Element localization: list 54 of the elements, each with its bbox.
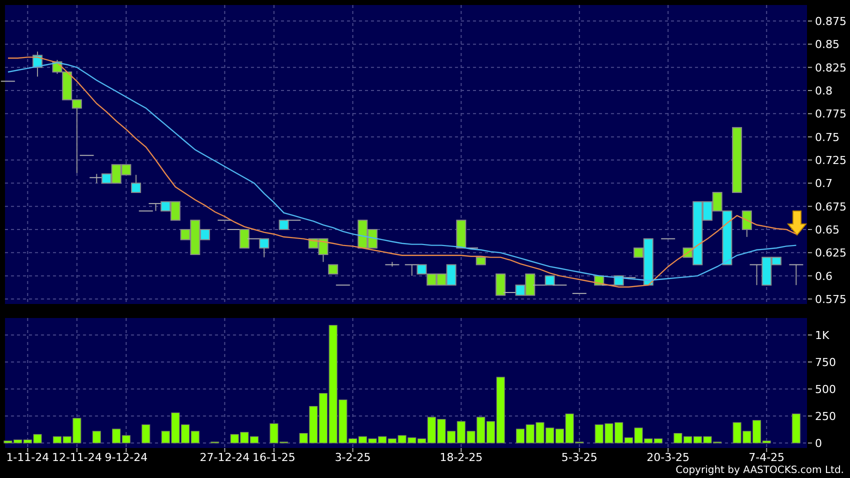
candlestick <box>660 238 676 240</box>
candlestick <box>32 51 43 78</box>
candlestick <box>384 261 400 268</box>
axis-label: 0.8 <box>815 84 832 98</box>
axis-label: 0.775 <box>815 108 846 121</box>
candlestick <box>0 80 16 82</box>
candlestick <box>788 264 804 286</box>
axis-label: 18-2-25 <box>440 451 483 463</box>
candlestick <box>476 256 486 266</box>
axis-label: 750 <box>815 356 836 369</box>
axis-label: 0 <box>815 437 822 450</box>
axis-label: 0.875 <box>815 15 846 28</box>
arrow-down-icon <box>786 210 808 236</box>
axis-label: 0.575 <box>815 293 846 306</box>
volume-bar <box>604 423 614 444</box>
volume-bar <box>230 434 239 444</box>
axis-label: 20-3-25 <box>646 451 690 463</box>
axis-label: 3-2-25 <box>334 451 371 463</box>
axis-label: 16-1-25 <box>252 451 296 463</box>
candlestick <box>732 127 742 193</box>
candlestick <box>426 273 437 286</box>
candlestick <box>328 264 338 274</box>
candlestick <box>335 284 350 286</box>
candlestick <box>572 292 587 294</box>
volume-bar <box>546 428 554 444</box>
axis-label: 1-11-24 <box>6 451 50 463</box>
axis-label: 250 <box>815 410 836 424</box>
candlestick <box>217 220 232 221</box>
volume-bar <box>516 428 525 444</box>
volume-bar <box>792 414 800 444</box>
copyright-text: Copyright by AASTOCKS.com Ltd. <box>676 464 844 478</box>
axis-label: 0.825 <box>815 61 846 74</box>
volume-bar <box>92 430 101 444</box>
axis-label: 0.625 <box>815 246 846 260</box>
axis-label: 0.675 <box>815 200 846 214</box>
axis-label: 5-3-25 <box>561 451 598 463</box>
candlestick <box>742 210 752 238</box>
axis-label: 7-4-25 <box>748 451 785 463</box>
volume-bar <box>594 424 604 444</box>
volume-bar <box>674 433 682 444</box>
volume-bar <box>526 424 534 444</box>
volume-bar <box>536 422 544 444</box>
axis-label: 1K <box>815 328 830 342</box>
axis-label: 0.7 <box>815 177 832 190</box>
axis-label: 0.725 <box>815 154 846 168</box>
axis-label: 27-12-24 <box>200 451 250 463</box>
axis-label: 0.65 <box>815 224 840 236</box>
volume-bar <box>142 424 150 444</box>
axis-label: 12-11-24 <box>52 451 102 463</box>
axis-label: 500 <box>815 383 836 396</box>
axis-label: 0.85 <box>815 38 840 52</box>
axis-label: 9-12-24 <box>104 451 148 463</box>
axis-label: 0.75 <box>815 130 840 144</box>
axis-label: 0.6 <box>815 270 832 283</box>
